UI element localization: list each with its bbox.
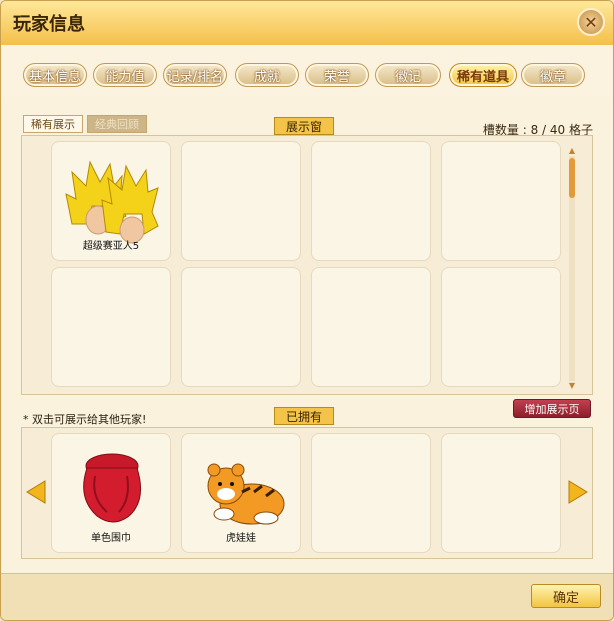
owned-slot-4[interactable]	[441, 433, 561, 553]
tab-achievements[interactable]: 成就	[235, 63, 299, 87]
tab-basic-info[interactable]: 基本信息	[23, 63, 87, 87]
double-click-hint: * 双击可展示给其他玩家!	[23, 413, 147, 426]
red-scarf-icon	[83, 453, 142, 523]
tab-emblems[interactable]: 徽记	[375, 63, 441, 87]
subtab-rare-showcase[interactable]: 稀有展示	[23, 115, 83, 133]
player-info-window: 玩家信息 ✕ 基本信息 能力值 记录/排名 成就 荣誉 徽记 稀有道具 徽章 稀…	[0, 0, 614, 621]
owned-slot-3[interactable]	[311, 433, 431, 553]
scroll-thumb[interactable]	[569, 158, 575, 198]
showcase-slot-3[interactable]	[311, 141, 431, 261]
title-bar: 玩家信息 ✕	[1, 1, 613, 46]
owned-slot-2[interactable]: 虎娃娃	[181, 433, 301, 553]
close-icon[interactable]: ✕	[577, 8, 605, 36]
owned-label: 已拥有	[274, 407, 334, 425]
showcase-slot-2[interactable]	[181, 141, 301, 261]
super-saiyan-hair-icon	[65, 160, 159, 244]
showcase-slot-1[interactable]: 超级赛亚人5	[51, 141, 171, 261]
previous-arrow-icon[interactable]	[25, 479, 47, 505]
showcase-item-name: 超级赛亚人5	[82, 241, 140, 252]
showcase-slot-6[interactable]	[181, 267, 301, 387]
owned-item-name: 单色围巾	[91, 533, 131, 544]
tiger-doll-icon	[207, 463, 285, 525]
scroll-up-icon[interactable]: ▲	[566, 146, 578, 156]
owned-slot-1[interactable]: 单色围巾	[51, 433, 171, 553]
tab-badges[interactable]: 徽章	[521, 63, 585, 87]
subtab-classic-review[interactable]: 经典回顾	[87, 115, 147, 133]
showcase-slot-7[interactable]	[311, 267, 431, 387]
tab-abilities[interactable]: 能力值	[93, 63, 157, 87]
tab-records-rankings[interactable]: 记录/排名	[163, 63, 227, 87]
tab-rare-items[interactable]: 稀有道具	[449, 63, 517, 87]
showcase-slot-4[interactable]	[441, 141, 561, 261]
confirm-button[interactable]: 确定	[531, 584, 601, 608]
next-arrow-icon[interactable]	[567, 479, 589, 505]
tab-bar: 基本信息 能力值 记录/排名 成就 荣誉 徽记 稀有道具 徽章	[1, 45, 613, 97]
showcase-label: 展示窗	[274, 117, 334, 135]
tab-honors[interactable]: 荣誉	[305, 63, 369, 87]
showcase-scrollbar[interactable]: ▲ ▼	[566, 146, 578, 391]
scroll-down-icon[interactable]: ▼	[566, 381, 578, 391]
footer-bar	[1, 573, 613, 620]
showcase-slot-5[interactable]	[51, 267, 171, 387]
showcase-slot-8[interactable]	[441, 267, 561, 387]
owned-item-name: 虎娃娃	[226, 533, 256, 544]
add-showcase-page-button[interactable]: 增加展示页	[513, 399, 591, 418]
window-title: 玩家信息	[13, 14, 85, 35]
